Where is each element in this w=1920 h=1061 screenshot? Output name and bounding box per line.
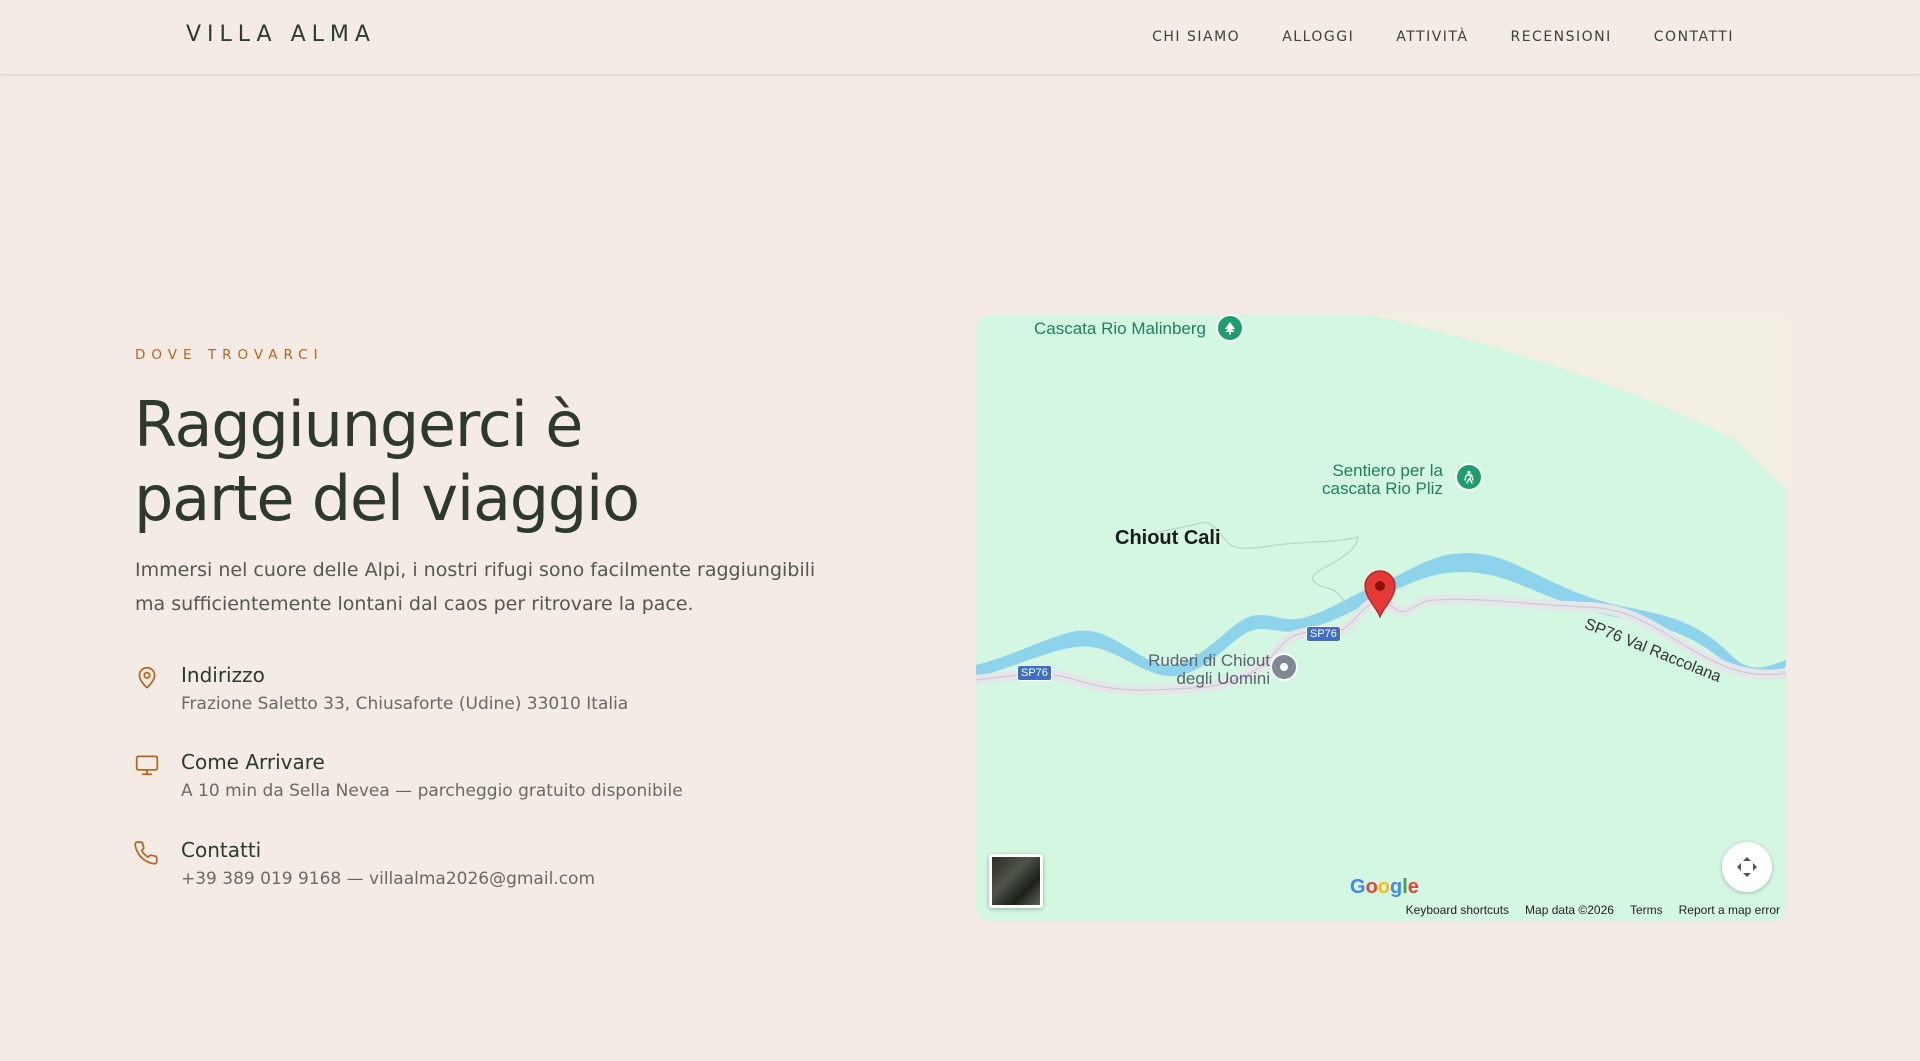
map-label-cascata[interactable]: Cascata Rio Malinberg	[1034, 319, 1206, 339]
map-label-sentiero[interactable]: Sentiero per la cascata Rio Pliz	[1322, 462, 1443, 498]
keyboard-shortcuts-link[interactable]: Keyboard shortcuts	[1406, 903, 1509, 917]
nav-contatti[interactable]: CONTATTI	[1654, 29, 1734, 45]
location-marker-icon[interactable]	[1363, 570, 1397, 618]
section-eyebrow: DOVE TROVARCI	[135, 347, 324, 363]
main-nav: CHI SIAMO ALLOGGI ATTIVITÀ RECENSIONI CO…	[1152, 29, 1734, 45]
nav-recensioni[interactable]: RECENSIONI	[1510, 29, 1611, 45]
tree-icon[interactable]	[1216, 315, 1244, 342]
map-pin-icon	[134, 665, 160, 691]
nav-alloggi[interactable]: ALLOGGI	[1282, 29, 1354, 45]
map-label-ruderi-line-2: degli Uomini	[1176, 669, 1270, 688]
phone-icon	[134, 840, 160, 866]
info-directions-value: A 10 min da Sella Nevea — parcheggio gra…	[181, 781, 683, 801]
map-label-ruderi-line-1: Ruderi di Chiout	[1148, 651, 1270, 670]
site-logo[interactable]: VILLA ALMA	[186, 22, 376, 47]
report-error-link[interactable]: Report a map error	[1679, 903, 1780, 917]
terms-link[interactable]: Terms	[1630, 903, 1663, 917]
map-label-ruderi[interactable]: Ruderi di Chiout degli Uomini	[1126, 652, 1270, 688]
landmark-icon[interactable]	[1270, 653, 1298, 681]
title-line-1: Raggiungerci è	[134, 388, 583, 461]
info-address-value: Frazione Saletto 33, Chiusaforte (Udine)…	[181, 694, 629, 714]
info-contacts-label: Contatti	[181, 838, 262, 862]
info-directions-label: Come Arrivare	[181, 750, 325, 774]
monitor-icon	[134, 752, 160, 778]
expand-icon	[1737, 857, 1757, 877]
nav-chi-siamo[interactable]: CHI SIAMO	[1152, 29, 1240, 45]
title-line-2: parte del viaggio	[134, 462, 640, 535]
map-base-layer	[976, 315, 1786, 696]
embedded-map[interactable]: Cascata Rio Malinberg Sentiero per la ca…	[976, 315, 1786, 921]
section-lead: Immersi nel cuore delle Alpi, i nostri r…	[135, 553, 835, 621]
map-attribution: Keyboard shortcuts Map data ©2026 Terms …	[1376, 899, 1786, 921]
map-data-text: Map data ©2026	[1525, 903, 1614, 917]
site-header: VILLA ALMA CHI SIAMO ALLOGGI ATTIVITÀ RE…	[0, 0, 1920, 75]
info-contacts-value[interactable]: +39 389 019 9168 — villaalma2026@gmail.c…	[181, 869, 595, 889]
info-address-label: Indirizzo	[181, 663, 265, 687]
map-label-sentiero-line-1: Sentiero per la	[1332, 461, 1443, 480]
satellite-toggle-button[interactable]	[989, 854, 1043, 908]
fullscreen-button[interactable]	[1722, 842, 1772, 892]
hiking-icon[interactable]	[1455, 463, 1483, 491]
road-shield-sp76-east: SP76	[1306, 626, 1341, 642]
section-title: Raggiungerci è parte del viaggio	[134, 388, 834, 536]
nav-attivita[interactable]: ATTIVITÀ	[1396, 29, 1468, 45]
map-label-chiout-cali[interactable]: Chiout Cali	[1115, 527, 1221, 550]
road-shield-sp76-west: SP76	[1017, 665, 1052, 681]
map-label-sentiero-line-2: cascata Rio Pliz	[1322, 479, 1443, 498]
google-logo: Google	[1350, 876, 1419, 898]
lead-line-2: ma sufficientemente lontani dal caos per…	[135, 593, 694, 615]
lead-line-1: Immersi nel cuore delle Alpi, i nostri r…	[135, 559, 816, 581]
